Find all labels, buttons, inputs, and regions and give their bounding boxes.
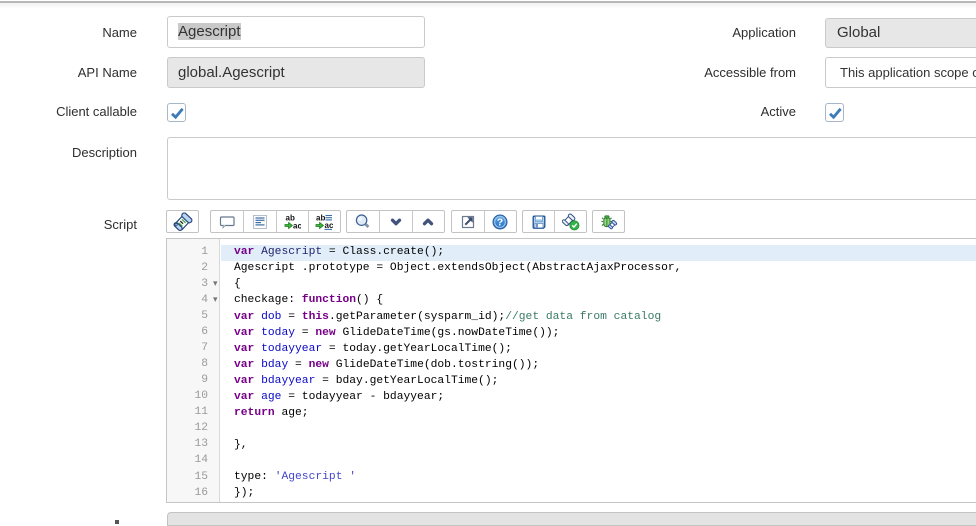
svg-text:?: ? <box>497 216 503 228</box>
svg-text:ac: ac <box>325 221 334 230</box>
svg-text:ac: ac <box>293 221 301 230</box>
